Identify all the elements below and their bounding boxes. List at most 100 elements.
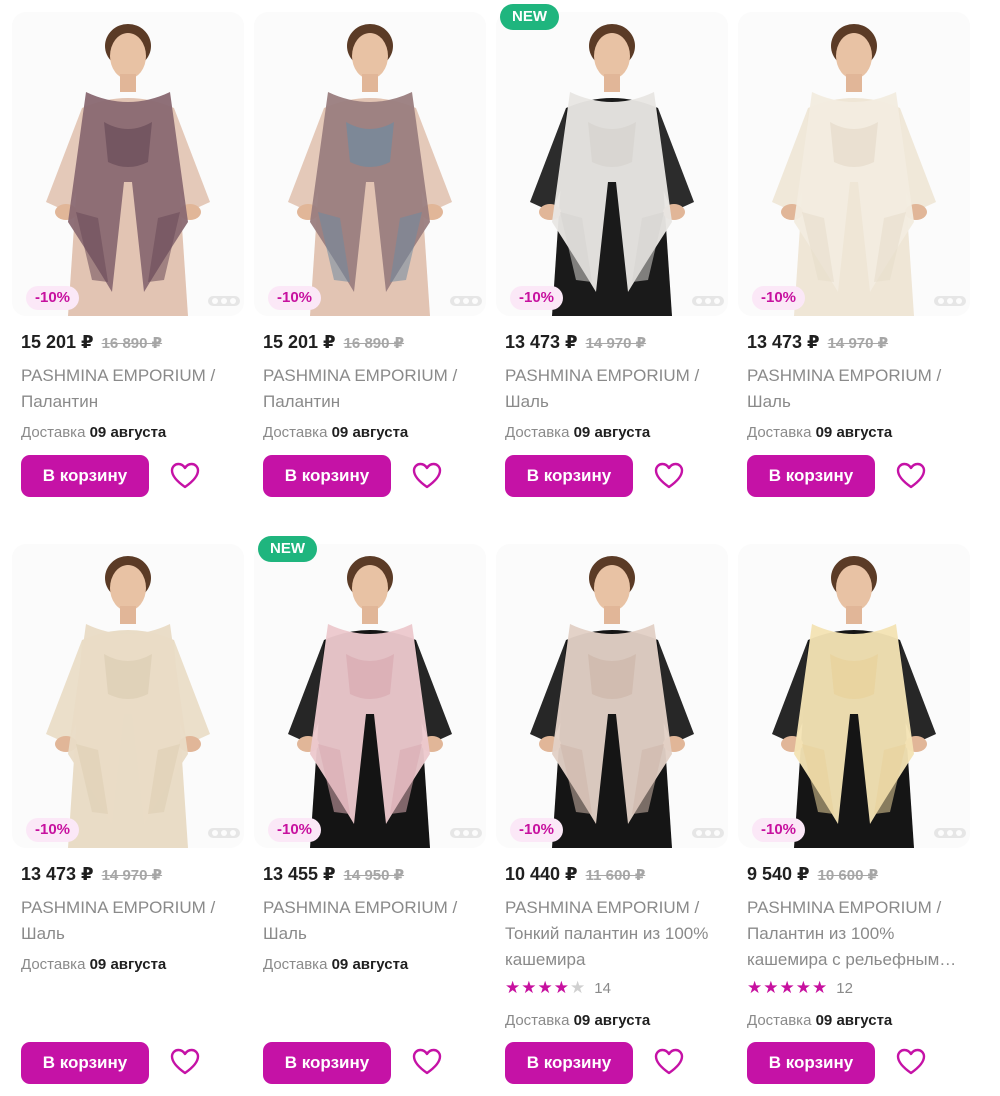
- discount-badge: -10%: [26, 818, 80, 842]
- pager-dot[interactable]: [212, 298, 218, 304]
- price-row: 15 201 ₽ 16 890 ₽: [263, 332, 404, 353]
- heart-outline-icon[interactable]: [653, 460, 685, 492]
- current-price: 9 540 ₽: [747, 864, 810, 884]
- image-pager-dots[interactable]: [450, 296, 482, 306]
- pager-dot[interactable]: [947, 830, 953, 836]
- brand-name: PASHMINA EMPORIUM /: [505, 898, 700, 917]
- heart-outline-icon[interactable]: [895, 460, 927, 492]
- image-pager-dots[interactable]: [450, 828, 482, 838]
- heart-outline-icon[interactable]: [895, 1046, 927, 1078]
- pager-dot[interactable]: [956, 298, 962, 304]
- image-pager-dots[interactable]: [934, 296, 966, 306]
- image-pager-dots[interactable]: [208, 296, 240, 306]
- product-title[interactable]: PASHMINA EMPORIUM / Шаль: [747, 363, 973, 415]
- pager-dot[interactable]: [221, 830, 227, 836]
- add-to-cart-button[interactable]: В корзину: [505, 1042, 633, 1084]
- brand-name: PASHMINA EMPORIUM /: [21, 898, 216, 917]
- pager-dot[interactable]: [221, 298, 227, 304]
- product-image[interactable]: [12, 12, 244, 316]
- image-pager-dots[interactable]: [934, 828, 966, 838]
- heart-outline-icon[interactable]: [169, 460, 201, 492]
- pager-dot[interactable]: [714, 830, 720, 836]
- discount-badge: -10%: [752, 818, 806, 842]
- star-icon: ★: [570, 978, 586, 997]
- current-price: 13 473 ₽: [505, 332, 578, 352]
- pager-dot[interactable]: [212, 830, 218, 836]
- add-to-cart-button[interactable]: В корзину: [21, 1042, 149, 1084]
- heart-outline-icon[interactable]: [411, 1046, 443, 1078]
- add-to-cart-button[interactable]: В корзину: [263, 455, 391, 497]
- old-price: 10 600 ₽: [817, 867, 879, 884]
- pager-dot[interactable]: [714, 298, 720, 304]
- delivery-date: 09 августа: [815, 424, 893, 441]
- new-badge: NEW: [500, 4, 559, 30]
- product-image[interactable]: [738, 544, 970, 848]
- heart-outline-icon[interactable]: [411, 460, 443, 492]
- model-photo: [254, 12, 486, 316]
- pager-dot[interactable]: [938, 830, 944, 836]
- pager-dot[interactable]: [947, 298, 953, 304]
- price-row: 9 540 ₽ 10 600 ₽: [747, 864, 878, 885]
- delivery-label: Доставка: [747, 1012, 812, 1029]
- model-photo: [12, 544, 244, 848]
- image-pager-dots[interactable]: [692, 296, 724, 306]
- delivery-date: 09 августа: [573, 1012, 651, 1029]
- product-image[interactable]: [254, 544, 486, 848]
- product-title[interactable]: PASHMINA EMPORIUM / Шаль: [505, 363, 731, 415]
- star-icon: ★: [521, 978, 537, 997]
- image-pager-dots[interactable]: [208, 828, 240, 838]
- brand-name: PASHMINA EMPORIUM /: [263, 366, 458, 385]
- model-photo: [12, 12, 244, 316]
- product-image[interactable]: [254, 12, 486, 316]
- pager-dot[interactable]: [472, 298, 478, 304]
- product-title[interactable]: PASHMINA EMPORIUM / Шаль: [21, 895, 247, 947]
- heart-outline-icon[interactable]: [653, 1046, 685, 1078]
- product-title[interactable]: PASHMINA EMPORIUM / Тонкий палантин из 10…: [505, 895, 731, 973]
- product-image[interactable]: [738, 12, 970, 316]
- add-to-cart-button[interactable]: В корзину: [21, 455, 149, 497]
- pager-dot[interactable]: [454, 830, 460, 836]
- model-photo: [738, 12, 970, 316]
- pager-dot[interactable]: [696, 298, 702, 304]
- add-to-cart-button[interactable]: В корзину: [747, 455, 875, 497]
- star-icon: ★: [779, 978, 795, 997]
- delivery-date: 09 августа: [89, 424, 167, 441]
- pager-dot[interactable]: [463, 830, 469, 836]
- pager-dot[interactable]: [938, 298, 944, 304]
- model-photo: [738, 544, 970, 848]
- product-image[interactable]: [12, 544, 244, 848]
- pager-dot[interactable]: [472, 830, 478, 836]
- image-pager-dots[interactable]: [692, 828, 724, 838]
- product-title[interactable]: PASHMINA EMPORIUM / Шаль: [263, 895, 489, 947]
- pager-dot[interactable]: [705, 298, 711, 304]
- pager-dot[interactable]: [230, 830, 236, 836]
- add-to-cart-button[interactable]: В корзину: [505, 455, 633, 497]
- pager-dot[interactable]: [956, 830, 962, 836]
- delivery-info: Доставка 09 августа: [263, 956, 408, 973]
- model-photo: [254, 544, 486, 848]
- add-to-cart-button[interactable]: В корзину: [747, 1042, 875, 1084]
- product-title[interactable]: PASHMINA EMPORIUM / Палантин: [263, 363, 489, 415]
- delivery-info: Доставка 09 августа: [21, 424, 166, 441]
- heart-outline-icon[interactable]: [169, 1046, 201, 1078]
- rating[interactable]: ★ ★ ★ ★ ★ 12: [747, 978, 853, 998]
- pager-dot[interactable]: [705, 830, 711, 836]
- product-title[interactable]: PASHMINA EMPORIUM / Палантин: [21, 363, 247, 415]
- product-image[interactable]: [496, 544, 728, 848]
- pager-dot[interactable]: [230, 298, 236, 304]
- product-image[interactable]: [496, 12, 728, 316]
- pager-dot[interactable]: [696, 830, 702, 836]
- delivery-date: 09 августа: [573, 424, 651, 441]
- current-price: 10 440 ₽: [505, 864, 578, 884]
- pager-dot[interactable]: [463, 298, 469, 304]
- rating[interactable]: ★ ★ ★ ★ ★ 14: [505, 978, 611, 998]
- product-name: Палантин: [21, 392, 99, 411]
- current-price: 13 473 ₽: [21, 864, 94, 884]
- product-title[interactable]: PASHMINA EMPORIUM / Палантин из 100% каше…: [747, 895, 973, 973]
- product-name: Палантин: [263, 392, 341, 411]
- add-to-cart-button[interactable]: В корзину: [263, 1042, 391, 1084]
- model-photo: [496, 12, 728, 316]
- pager-dot[interactable]: [454, 298, 460, 304]
- delivery-info: Доставка 09 августа: [21, 956, 166, 973]
- old-price: 16 890 ₽: [101, 335, 163, 352]
